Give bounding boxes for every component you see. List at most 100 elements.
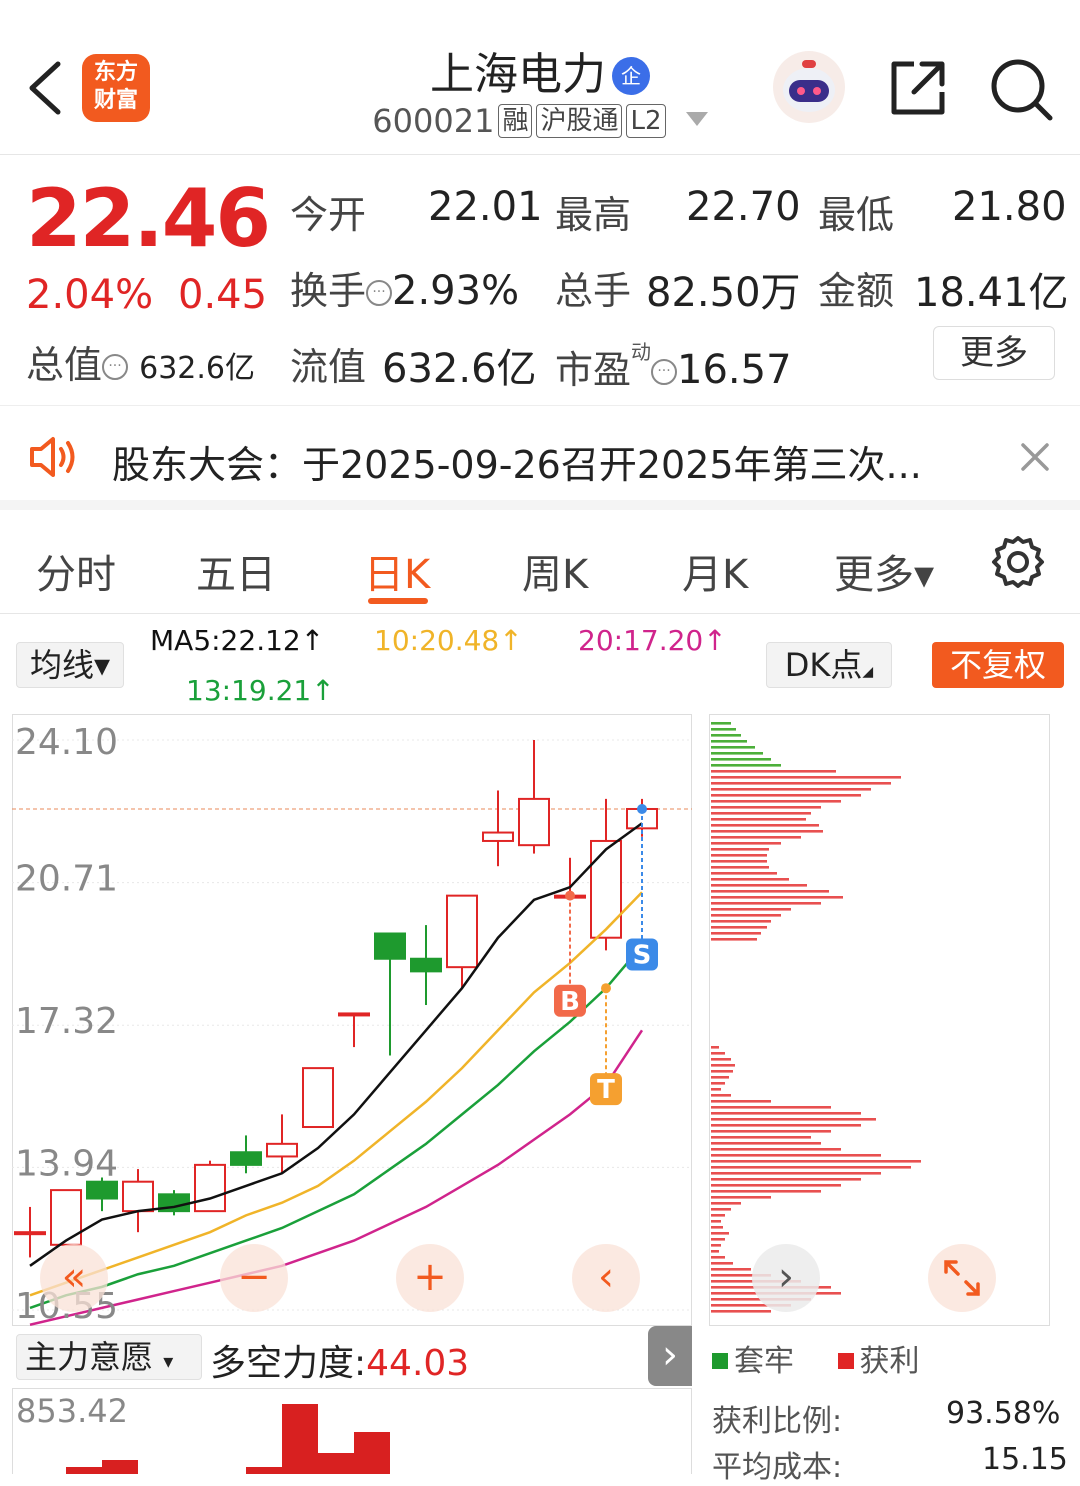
float-value-label: 流值 (290, 345, 367, 389)
chip-bar (711, 1154, 881, 1157)
chip-bar (711, 1250, 719, 1253)
chip-bar (711, 1076, 729, 1079)
more-quote-button[interactable]: 更多 (933, 326, 1055, 380)
volume-value: 82.50万 (646, 270, 801, 316)
chip-bar (711, 1256, 725, 1259)
scroll-left-double-button[interactable]: « (40, 1244, 108, 1312)
expand-icon (944, 1260, 980, 1296)
fullscreen-button[interactable] (928, 1244, 996, 1312)
tag-hk-connect: 沪股通 (536, 104, 623, 138)
chip-bar (711, 1196, 771, 1199)
expand-side-panel-button[interactable]: › (648, 1326, 692, 1386)
volume-bar (66, 1467, 102, 1474)
pe-superscript: 动 (631, 340, 652, 364)
total-value-row[interactable]: 总值 ··· 632.6亿 (26, 334, 255, 389)
close-icon[interactable] (1020, 442, 1050, 472)
chip-legend: 套牢 获利 (712, 1336, 920, 1380)
chip-bar (711, 728, 736, 731)
high-label: 最高 (555, 193, 632, 237)
robot-assistant-icon[interactable] (772, 50, 846, 124)
chip-bar (711, 1238, 725, 1241)
ma5-value: MA5:22.12↑ (150, 624, 325, 657)
candle-body (14, 1231, 46, 1236)
ma10-value: 10:20.48↑ (374, 624, 523, 657)
zoom-in-button[interactable]: + (396, 1244, 464, 1312)
profit-ratio-value: 93.58% (946, 1396, 1061, 1431)
chip-distribution-chart[interactable] (709, 714, 1051, 1326)
chip-bar (711, 1232, 729, 1235)
chip-bar (711, 1136, 811, 1139)
chip-bar (711, 836, 801, 839)
tab-daily-k[interactable]: 日K (364, 542, 430, 600)
avg-cost-value: 15.15 (982, 1442, 1068, 1477)
ma13-value: 13:19.21↑ (186, 674, 335, 707)
notice-bar[interactable]: 股东大会：于2025-09-26召开2025年第三次... (0, 405, 1080, 510)
turnover-row[interactable]: 换手 ··· 2.93% (290, 260, 519, 315)
chip-bar (711, 1310, 771, 1313)
candlestick-chart[interactable]: BST 24.1020.7117.3213.9410.55 (12, 714, 692, 1326)
active-tab-underline (368, 598, 428, 604)
amount-value: 18.41亿 (914, 270, 1069, 316)
chip-bar (711, 1112, 861, 1115)
chip-bar (711, 1202, 741, 1205)
no-adjust-button[interactable]: 不复权 (932, 642, 1064, 688)
chip-bar (711, 872, 777, 875)
candle-body (230, 1151, 262, 1166)
corner-triangle-icon: ◢ (862, 664, 874, 680)
chip-bar (711, 1226, 723, 1229)
chip-bar (711, 788, 871, 791)
dk-point-button[interactable]: DK点◢ (766, 642, 892, 688)
candle-body (50, 1189, 82, 1246)
marker-label: B (560, 987, 580, 1017)
chip-bar (711, 824, 819, 827)
chip-bar (711, 1244, 721, 1247)
stock-code: 600021 (372, 102, 495, 140)
chip-bar (711, 1268, 751, 1271)
top-header: 东方 财富 上海电力企 600021 融沪股通 L2 (0, 0, 1080, 155)
long-short-row: 多空力度:44.03 (210, 1334, 469, 1386)
chip-bar (711, 932, 761, 935)
chip-bar (711, 1208, 731, 1211)
ma-select-button[interactable]: 均线▾ (16, 642, 124, 688)
chip-bar (711, 1262, 733, 1265)
tab-monthly-k[interactable]: 月K (682, 542, 748, 600)
speaker-icon (30, 437, 75, 477)
chip-bar (711, 884, 807, 887)
chip-bar (711, 734, 741, 737)
chip-bar (711, 866, 769, 869)
chip-bar (711, 758, 771, 761)
period-tabs: 分时 五日 日K 周K 月K 更多▾ (0, 512, 1080, 614)
volume-bar (318, 1453, 354, 1474)
scroll-right-button[interactable]: › (752, 1244, 820, 1312)
gear-icon[interactable] (990, 534, 1046, 590)
enterprise-badge-icon: 企 (612, 57, 650, 95)
change-percent: 2.04% (26, 272, 154, 318)
legend-locked: 套牢 (734, 1344, 794, 1379)
turnover-label: 换手 (290, 269, 367, 313)
volume-bar (102, 1460, 138, 1474)
candle-body (338, 1012, 370, 1017)
info-icon: ··· (366, 280, 393, 306)
dk-label: DK点 (784, 646, 863, 684)
chip-bar (711, 902, 821, 905)
search-icon[interactable] (988, 56, 1054, 122)
chip-bar (711, 908, 791, 911)
tab-more[interactable]: 更多▾ (834, 542, 934, 600)
chip-bar (711, 914, 781, 917)
tab-weekly-k[interactable]: 周K (522, 542, 588, 600)
candle-body (302, 1067, 334, 1129)
profit-ratio-label: 获利比例: (712, 1404, 843, 1439)
chip-bar (711, 1166, 911, 1169)
scroll-left-button[interactable]: ‹ (572, 1244, 640, 1312)
chip-bar (711, 806, 821, 809)
long-short-label: 多空力度: (210, 1343, 367, 1384)
pe-row[interactable]: 市盈动··· 16.57 (555, 336, 792, 394)
sub-indicator-select[interactable]: 主力意愿 ▾ (16, 1334, 202, 1380)
share-icon[interactable] (888, 58, 948, 118)
zoom-out-button[interactable]: − (220, 1244, 288, 1312)
y-tick-label: 13.94 (15, 1143, 118, 1184)
tab-five-day[interactable]: 五日 (196, 542, 276, 600)
chip-bar (711, 1172, 881, 1175)
tag-level2: L2 (626, 104, 666, 138)
tab-intraday[interactable]: 分时 (36, 542, 116, 600)
